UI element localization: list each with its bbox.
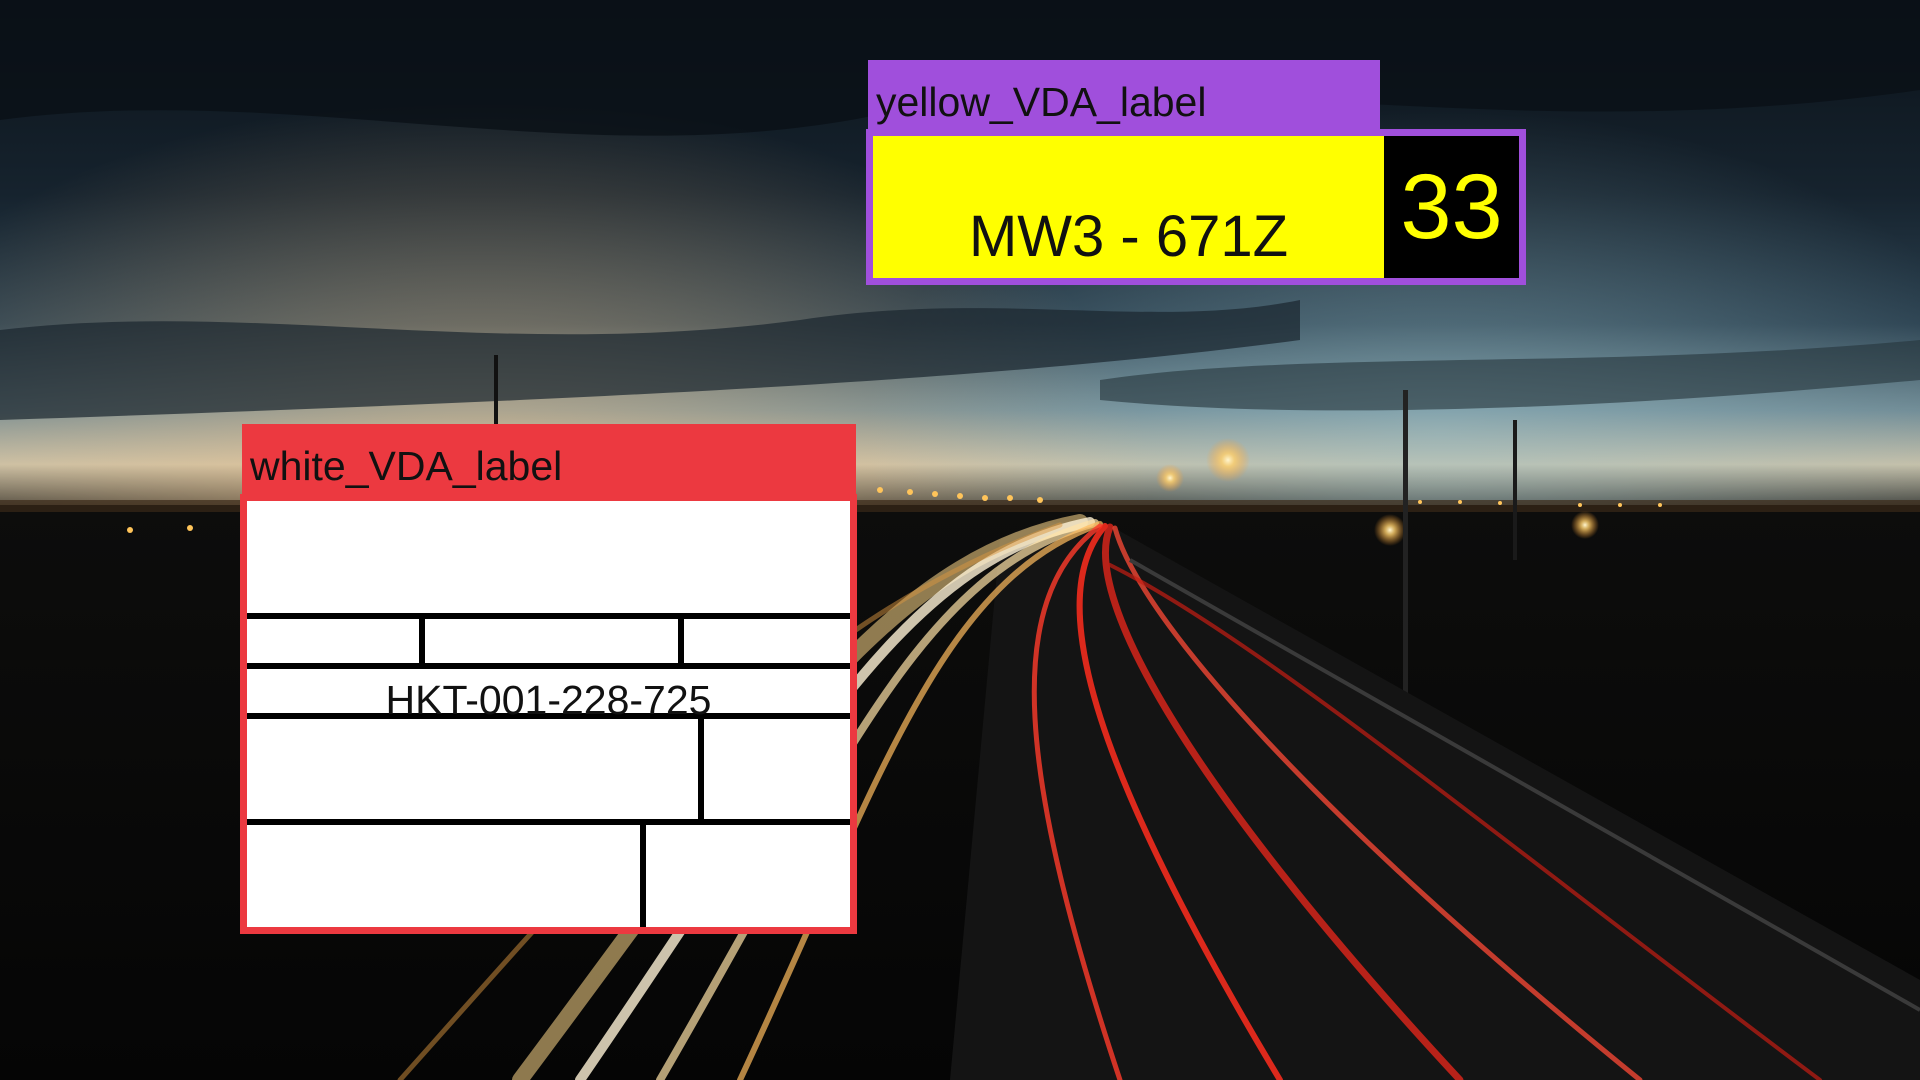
- label-grid-line: [419, 619, 425, 663]
- label-grid-line: [247, 613, 850, 619]
- yellow-vda-label-tag-text: yellow_VDA_label: [876, 79, 1207, 125]
- white-label-code: HKT-001-228-725: [385, 677, 712, 723]
- label-grid-line: [698, 719, 704, 819]
- white-vda-label: HKT-001-228-725: [247, 501, 850, 927]
- yellow-label-number-field: 33: [1384, 136, 1519, 278]
- yellow-vda-label-tag: yellow_VDA_label: [868, 60, 1380, 132]
- label-grid-line: [247, 663, 850, 669]
- white-vda-label-tag-text: white_VDA_label: [250, 443, 563, 489]
- label-grid-line: [678, 619, 684, 663]
- yellow-label-number: 33: [1400, 156, 1503, 258]
- white-vda-label-tag: white_VDA_label: [242, 424, 856, 498]
- white-vda-label-box: HKT-001-228-725: [240, 494, 857, 934]
- label-grid-line: [247, 819, 850, 825]
- yellow-label-code: MW3 - 671Z: [968, 204, 1289, 269]
- yellow-vda-label-box: MW3 - 671Z 33: [866, 129, 1526, 285]
- yellow-vda-label: MW3 - 671Z: [873, 136, 1384, 278]
- label-grid-line: [640, 825, 646, 927]
